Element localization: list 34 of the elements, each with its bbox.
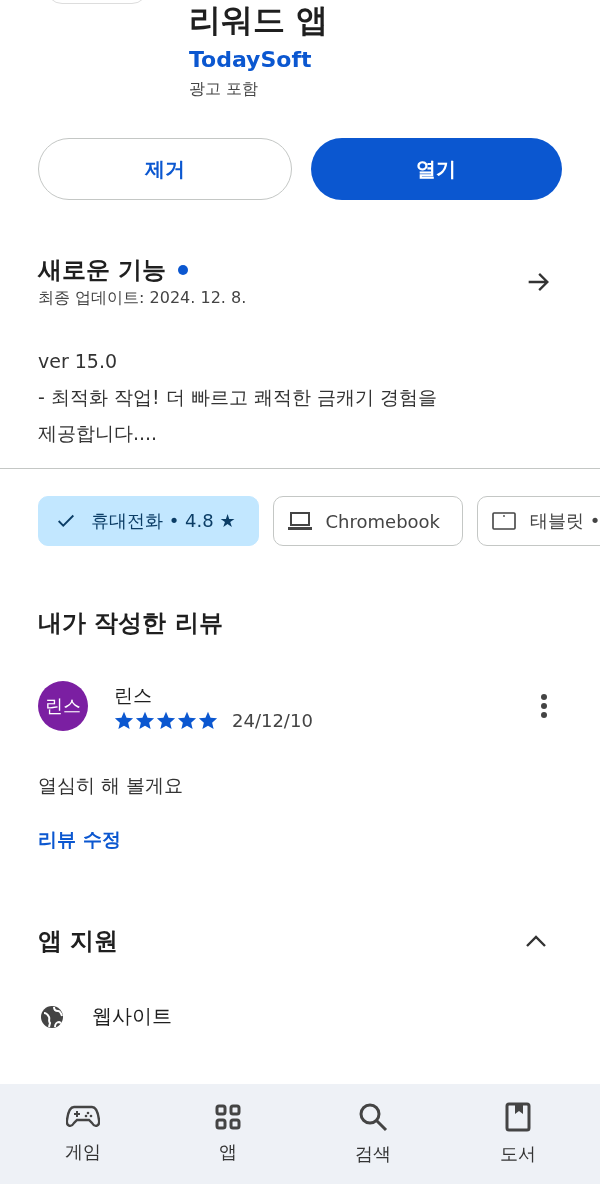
app-title: 리워드 앱: [189, 0, 330, 40]
book-icon: [504, 1102, 531, 1132]
user-avatar: 린스: [38, 681, 88, 731]
uninstall-button[interactable]: 제거: [38, 138, 292, 200]
nav-tab[interactable]: 도서: [462, 1102, 573, 1166]
chevron-up-icon[interactable]: [524, 933, 548, 949]
release-note-line: - 최적화 작업! 더 빠르고 쾌적한 금캐기 경험을: [38, 385, 438, 410]
section-title: 새로운 기능: [38, 255, 167, 286]
update-date: 최종 업데이트: 2024. 12. 8.: [38, 288, 247, 309]
review-date: 24/12/10: [232, 709, 313, 731]
nav-tab[interactable]: 앱: [172, 1104, 283, 1164]
tablet-chip[interactable]: 태블릿 •: [477, 496, 600, 546]
chromebook-chip[interactable]: Chromebook: [272, 496, 464, 546]
gamepad-icon: [65, 1104, 100, 1130]
more-options-icon[interactable]: [540, 693, 548, 719]
nav-tab[interactable]: 게임: [27, 1104, 138, 1164]
section-title: 앱 지원: [38, 926, 119, 957]
review-author: 린스: [114, 682, 153, 708]
search-icon: [357, 1102, 388, 1132]
support-item[interactable]: 웹사이트: [92, 1003, 172, 1030]
developer-link[interactable]: TodaySoft: [189, 46, 600, 74]
release-note-line: 제공합니다....: [38, 421, 159, 446]
nav-tab[interactable]: 검색: [317, 1102, 428, 1166]
section-title: 내가 작성한 리뷰: [37, 608, 224, 639]
release-note-line: ver 15.0: [38, 349, 119, 374]
review-text: 열심히 해 볼게요: [37, 773, 185, 798]
ads-note: 광고 포함: [189, 78, 260, 100]
edit-review-link[interactable]: 리뷰 수정: [38, 827, 121, 853]
globe-icon: [40, 1004, 64, 1029]
laptop-icon: [287, 511, 312, 531]
open-button[interactable]: 열기: [310, 138, 562, 200]
tablet-icon: [492, 512, 517, 530]
apps-grid-icon: [214, 1104, 241, 1130]
phone-chip[interactable]: 휴대전화 • 4.8 ★: [38, 496, 259, 546]
